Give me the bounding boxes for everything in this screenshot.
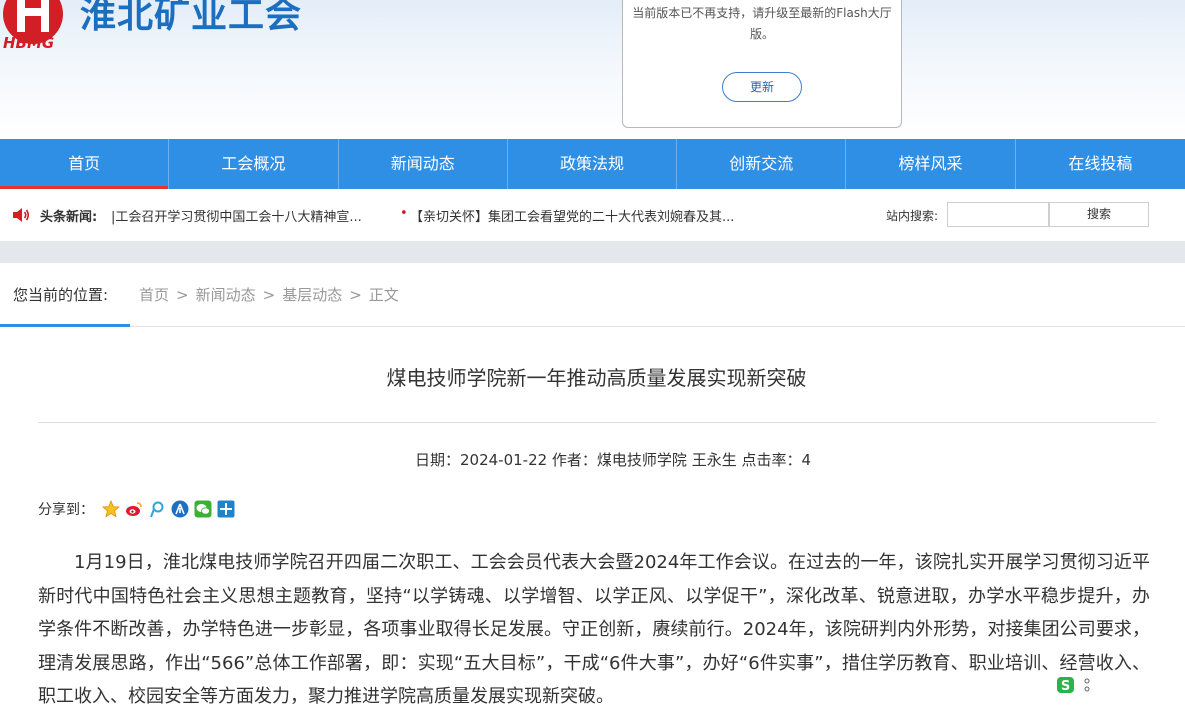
flash-update-button[interactable]: 更新 (722, 72, 802, 102)
breadcrumb-current: 正文 (368, 286, 399, 304)
site-header: HBMG 淮北矿业工会 当前版本已不再支持，请升级至最新的Flash大厅版。 更… (0, 0, 1185, 139)
svg-text:S: S (1061, 679, 1070, 694)
section-divider-strip (0, 241, 1185, 263)
input-method-icon[interactable]: S (1054, 675, 1094, 695)
site-name[interactable]: 淮北矿业工会 (80, 0, 302, 38)
flash-notice-message: 当前版本已不再支持，请升级至最新的Flash大厅版。 (623, 3, 901, 45)
article-paragraph: 1月19日，淮北煤电技师学院召开四届二次职工、工会会员代表大会暨2024年工作会… (38, 552, 1150, 707)
speaker-icon (13, 208, 30, 222)
breadcrumb-label: 您当前的位置: (13, 286, 109, 304)
ticker-news-link[interactable]: 【亲切关怀】集团工会看望党的二十大代表刘婉春及其... (410, 206, 760, 225)
site-search-input[interactable] (947, 202, 1049, 227)
breadcrumb-trail: 首页 > 新闻动态 > 基层动态 > 正文 (139, 284, 399, 305)
breadcrumb-grassroots[interactable]: 基层动态 (282, 286, 342, 304)
nav-item-innovation[interactable]: 创新交流 (677, 139, 847, 189)
breadcrumb-separator: > (262, 286, 276, 304)
nav-item-news[interactable]: 新闻动态 (339, 139, 508, 189)
breadcrumb-separator: > (176, 286, 189, 304)
tencent-weibo-icon[interactable] (148, 500, 166, 518)
title-divider (38, 422, 1156, 423)
nav-item-role-models[interactable]: 榜样风采 (846, 139, 1016, 189)
article-meta: 日期：2024-01-22 作者：煤电技师学院 王永生 点击率：4 (414, 451, 812, 469)
share-label: 分享到： (38, 502, 94, 518)
site-search-label: 站内搜索: (886, 209, 939, 223)
nav-item-union-overview[interactable]: 工会概况 (169, 139, 339, 189)
nav-item-submit-online[interactable]: 在线投稿 (1016, 139, 1185, 189)
main-nav: 首页 工会概况 新闻动态 政策法规 创新交流 榜样风采 在线投稿 (0, 139, 1185, 189)
share-bar: 分享到： (38, 499, 240, 519)
ticker-label: 头条新闻: (40, 210, 98, 225)
qzone-icon[interactable] (102, 500, 120, 518)
flash-update-notice: 当前版本已不再支持，请升级至最新的Flash大厅版。 更新 (622, 0, 902, 128)
logo-abbreviation: HBMG (3, 34, 55, 52)
weibo-icon[interactable] (125, 500, 143, 518)
article-title: 煤电技师学院新一年推动高质量发展实现新突破 (386, 366, 807, 390)
more-share-icon[interactable] (217, 500, 235, 518)
renren-icon[interactable] (171, 500, 189, 518)
ticker-news-link[interactable]: |工会召开学习贯彻中国工会十八大精神宣... (111, 206, 381, 225)
breadcrumb-separator: > (349, 286, 362, 304)
breadcrumb-news[interactable]: 新闻动态 (196, 286, 256, 304)
site-search-button[interactable]: 搜索 (1049, 202, 1149, 227)
wechat-icon[interactable] (194, 500, 212, 518)
breadcrumb-accent (0, 324, 130, 327)
article-body: 1月19日，淮北煤电技师学院召开四届二次职工、工会会员代表大会暨2024年工作会… (38, 546, 1150, 714)
nav-item-home[interactable]: 首页 (0, 139, 170, 189)
ticker-bullet: • (400, 206, 408, 221)
breadcrumb-home[interactable]: 首页 (139, 286, 169, 304)
headline-ticker: 头条新闻: |工会召开学习贯彻中国工会十八大精神宣... • 【亲切关怀】集团工… (0, 189, 1185, 241)
flash-notice-text: 当前版本已不再支持，请升级至最新的Flash大厅版。 (632, 6, 892, 41)
breadcrumb: 您当前的位置: 首页 > 新闻动态 > 基层动态 > 正文 (0, 263, 1185, 327)
nav-item-policy[interactable]: 政策法规 (508, 139, 678, 189)
